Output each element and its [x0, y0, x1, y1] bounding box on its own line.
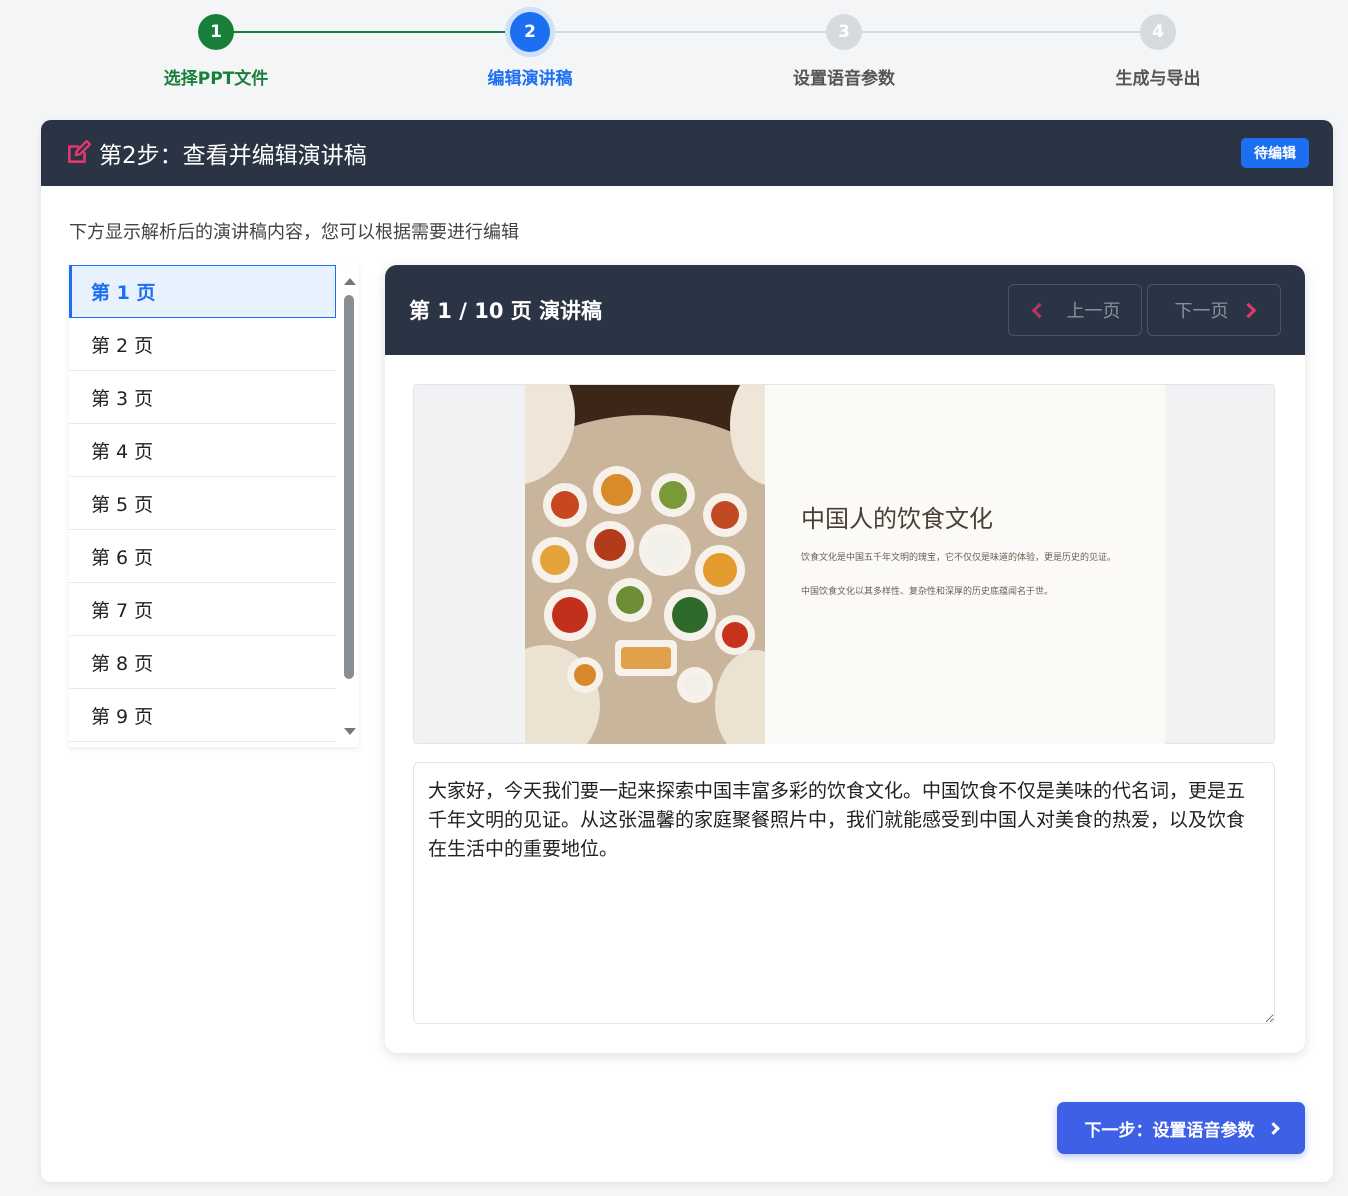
edit-script-card: 第2步：查看并编辑演讲稿 待编辑 下方显示解析后的演讲稿内容，您可以根据需要进行…: [41, 120, 1333, 1182]
step-label: 生成与导出: [1115, 69, 1201, 89]
card-header: 第2步：查看并编辑演讲稿 待编辑: [41, 120, 1333, 186]
slide-text-area: 中国人的饮食文化 饮食文化是中国五千年文明的瑰宝，它不仅仅是味道的体验，更是历史…: [765, 385, 1165, 744]
page-list-item-7[interactable]: 第 7 页: [69, 583, 336, 636]
next-step-button[interactable]: 下一步：设置语音参数: [1057, 1102, 1305, 1154]
step-voice-settings[interactable]: 3 设置语音参数: [744, 14, 944, 89]
script-panel: 第 1 / 10 页 演讲稿 上一页 下一页 中国人的饮食文化 饮食文化是中国五…: [385, 265, 1305, 1053]
card-title: 第2步：查看并编辑演讲稿: [99, 143, 367, 169]
scrollbar-thumb[interactable]: [344, 295, 354, 679]
page-list-item-3[interactable]: 第 3 页: [69, 371, 336, 424]
page-list-item-9[interactable]: 第 9 页: [69, 689, 336, 742]
chevron-right-icon: [1240, 302, 1256, 318]
slide-preview-area: 中国人的饮食文化 饮食文化是中国五千年文明的瑰宝，它不仅仅是味道的体验，更是历史…: [413, 384, 1275, 744]
step-select-ppt[interactable]: 1 选择PPT文件: [116, 14, 316, 89]
next-page-label: 下一页: [1174, 301, 1229, 322]
script-panel-header: 第 1 / 10 页 演讲稿 上一页 下一页: [385, 265, 1305, 355]
step-number-circle: 4: [1140, 14, 1176, 50]
step-label: 设置语音参数: [793, 69, 895, 89]
step-number-circle: 1: [198, 14, 234, 50]
script-panel-title: 第 1 / 10 页 演讲稿: [409, 299, 603, 323]
scroll-down-arrow-icon[interactable]: [344, 728, 356, 735]
chevron-right-icon: [1266, 1121, 1280, 1135]
step-number-circle: 2: [510, 12, 550, 52]
page-list-item-4[interactable]: 第 4 页: [69, 424, 336, 477]
card-description: 下方显示解析后的演讲稿内容，您可以根据需要进行编辑: [69, 222, 519, 243]
slide-title: 中国人的饮食文化: [801, 505, 993, 533]
progress-stepper: 1 选择PPT文件 2 编辑演讲稿 3 设置语音参数 4 生成与导出: [0, 0, 1348, 110]
next-step-label: 下一步：设置语音参数: [1084, 1120, 1255, 1140]
food-photo-image: [525, 385, 765, 744]
step-label: 编辑演讲稿: [487, 69, 573, 89]
page-list: 第 1 页 第 2 页 第 3 页 第 4 页 第 5 页 第 6 页 第 7 …: [69, 265, 359, 747]
slide-preview: 中国人的饮食文化 饮食文化是中国五千年文明的瑰宝，它不仅仅是味道的体验，更是历史…: [525, 385, 1165, 744]
step-number-circle: 3: [826, 14, 862, 50]
edit-icon: [68, 140, 91, 163]
page-list-item-6[interactable]: 第 6 页: [69, 530, 336, 583]
step-generate-export[interactable]: 4 生成与导出: [1058, 14, 1258, 89]
page-list-item-2[interactable]: 第 2 页: [69, 318, 336, 371]
slide-paragraph: 饮食文化是中国五千年文明的瑰宝，它不仅仅是味道的体验，更是历史的见证。: [801, 553, 1117, 563]
page-list-item-5[interactable]: 第 5 页: [69, 477, 336, 530]
script-textarea[interactable]: 大家好，今天我们要一起来探索中国丰富多彩的饮食文化。中国饮食不仅是美味的代名词，…: [413, 762, 1275, 1024]
step-label: 选择PPT文件: [163, 69, 269, 89]
page-list-item-8[interactable]: 第 8 页: [69, 636, 336, 689]
scroll-up-arrow-icon[interactable]: [344, 278, 356, 285]
page-list-item-1[interactable]: 第 1 页: [69, 265, 336, 318]
page-list-scrollbar[interactable]: [339, 265, 359, 747]
slide-paragraph: 中国饮食文化以其多样性、复杂性和深厚的历史底蕴闻名于世。: [801, 587, 1054, 597]
slide-food-photo: [525, 385, 765, 744]
prev-page-button[interactable]: 上一页: [1008, 284, 1142, 336]
next-page-button[interactable]: 下一页: [1147, 284, 1281, 336]
chevron-left-icon: [1031, 302, 1047, 318]
status-badge: 待编辑: [1241, 138, 1309, 168]
step-edit-script[interactable]: 2 编辑演讲稿: [430, 12, 630, 89]
prev-page-label: 上一页: [1066, 301, 1121, 322]
